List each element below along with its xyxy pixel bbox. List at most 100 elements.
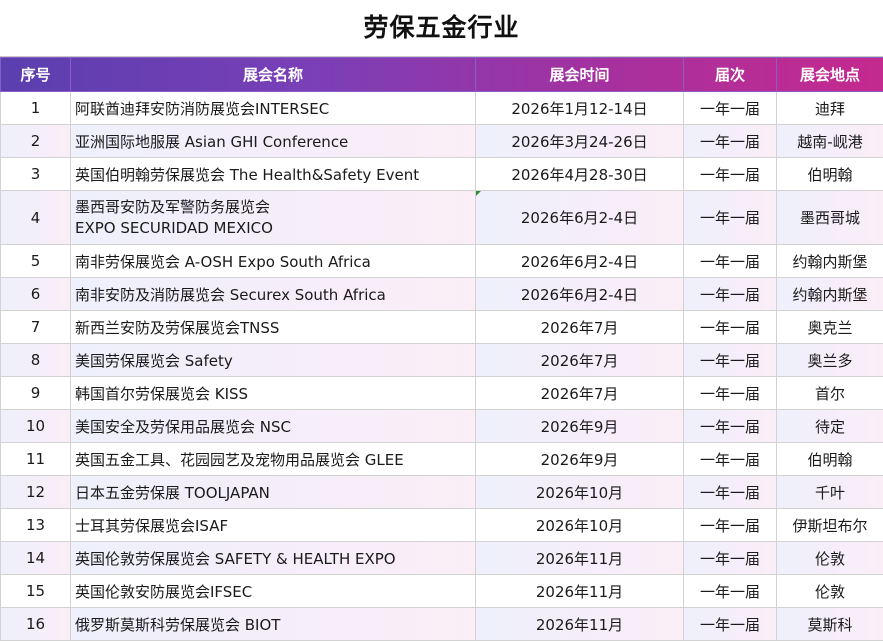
cell-number[interactable]: 9 <box>1 377 71 410</box>
cell-frequency[interactable]: 一年一届 <box>684 410 777 443</box>
cell-date[interactable]: 2026年4月28-30日 <box>476 158 684 191</box>
cell-date[interactable]: 2026年9月 <box>476 443 684 476</box>
col-header-number[interactable]: 序号 <box>1 58 71 92</box>
table-row: 8美国劳保展览会 Safety2026年7月一年一届奥兰多 <box>1 344 883 377</box>
table-row: 7新西兰安防及劳保展览会TNSS2026年7月一年一届奥克兰 <box>1 311 883 344</box>
cell-frequency[interactable]: 一年一届 <box>684 509 777 542</box>
exhibition-name-line: EXPO SECURIDAD MEXICO <box>75 218 475 239</box>
cell-date[interactable]: 2026年7月 <box>476 377 684 410</box>
cell-number[interactable]: 12 <box>1 476 71 509</box>
col-header-date[interactable]: 展会时间 <box>476 58 684 92</box>
cell-exhibition-name[interactable]: 韩国首尔劳保展览会 KISS <box>71 377 476 410</box>
cell-frequency[interactable]: 一年一届 <box>684 191 777 245</box>
cell-date[interactable]: 2026年7月 <box>476 311 684 344</box>
cell-number[interactable]: 2 <box>1 125 71 158</box>
cell-exhibition-name[interactable]: 英国伦敦劳保展览会 SAFETY & HEALTH EXPO <box>71 542 476 575</box>
table-row: 12日本五金劳保展 TOOLJAPAN2026年10月一年一届千叶 <box>1 476 883 509</box>
cell-exhibition-name[interactable]: 亚洲国际地服展 Asian GHI Conference <box>71 125 476 158</box>
cell-number[interactable]: 6 <box>1 278 71 311</box>
cell-exhibition-name[interactable]: 南非劳保展览会 A-OSH Expo South Africa <box>71 245 476 278</box>
cell-exhibition-name[interactable]: 阿联酋迪拜安防消防展览会INTERSEC <box>71 92 476 125</box>
cell-number[interactable]: 7 <box>1 311 71 344</box>
cell-location[interactable]: 约翰内斯堡 <box>777 245 883 278</box>
cell-location[interactable]: 伊斯坦布尔 <box>777 509 883 542</box>
cell-frequency[interactable]: 一年一届 <box>684 476 777 509</box>
cell-date[interactable]: 2026年3月24-26日 <box>476 125 684 158</box>
cell-location[interactable]: 伦敦 <box>777 542 883 575</box>
cell-frequency[interactable]: 一年一届 <box>684 125 777 158</box>
cell-frequency[interactable]: 一年一届 <box>684 311 777 344</box>
cell-date[interactable]: 2026年11月 <box>476 575 684 608</box>
cell-frequency[interactable]: 一年一届 <box>684 344 777 377</box>
cell-frequency[interactable]: 一年一届 <box>684 575 777 608</box>
cell-date[interactable]: 2026年6月2-4日 <box>476 278 684 311</box>
cell-number[interactable]: 1 <box>1 92 71 125</box>
cell-exhibition-name[interactable]: 墨西哥安防及军警防务展览会 EXPO SECURIDAD MEXICO <box>71 191 476 245</box>
cell-date[interactable]: 2026年7月 <box>476 344 684 377</box>
cell-frequency[interactable]: 一年一届 <box>684 377 777 410</box>
cell-location[interactable]: 迪拜 <box>777 92 883 125</box>
cell-frequency[interactable]: 一年一届 <box>684 542 777 575</box>
exhibition-name-line: 南非安防及消防展览会 Securex South Africa <box>75 284 475 305</box>
cell-number[interactable]: 8 <box>1 344 71 377</box>
exhibition-name-line: 日本五金劳保展 TOOLJAPAN <box>75 482 475 503</box>
cell-frequency[interactable]: 一年一届 <box>684 443 777 476</box>
table-row: 6南非安防及消防展览会 Securex South Africa2026年6月2… <box>1 278 883 311</box>
cell-location[interactable]: 奥克兰 <box>777 311 883 344</box>
cell-number[interactable]: 13 <box>1 509 71 542</box>
cell-frequency[interactable]: 一年一届 <box>684 92 777 125</box>
cell-location[interactable]: 待定 <box>777 410 883 443</box>
exhibition-name-line: 阿联酋迪拜安防消防展览会INTERSEC <box>75 98 475 119</box>
cell-number[interactable]: 3 <box>1 158 71 191</box>
cell-location[interactable]: 墨西哥城 <box>777 191 883 245</box>
header-row: 序号 展会名称 展会时间 届次 展会地点 <box>1 58 883 92</box>
cell-exhibition-name[interactable]: 英国伯明翰劳保展览会 The Health&Safety Event <box>71 158 476 191</box>
cell-date[interactable]: 2026年11月 <box>476 542 684 575</box>
cell-exhibition-name[interactable]: 南非安防及消防展览会 Securex South Africa <box>71 278 476 311</box>
cell-exhibition-name[interactable]: 美国劳保展览会 Safety <box>71 344 476 377</box>
cell-date[interactable]: 2026年1月12-14日 <box>476 92 684 125</box>
sheet-title: 劳保五金行业 <box>0 0 883 57</box>
cell-number[interactable]: 5 <box>1 245 71 278</box>
cell-number[interactable]: 15 <box>1 575 71 608</box>
cell-exhibition-name[interactable]: 英国五金工具、花园园艺及宠物用品展览会 GLEE <box>71 443 476 476</box>
cell-exhibition-name[interactable]: 日本五金劳保展 TOOLJAPAN <box>71 476 476 509</box>
cell-exhibition-name[interactable]: 俄罗斯莫斯科劳保展览会 BIOT <box>71 608 476 641</box>
cell-number[interactable]: 11 <box>1 443 71 476</box>
col-header-frequency[interactable]: 届次 <box>684 58 777 92</box>
cell-location[interactable]: 奥兰多 <box>777 344 883 377</box>
cell-exhibition-name[interactable]: 士耳其劳保展览会ISAF <box>71 509 476 542</box>
cell-location[interactable]: 伦敦 <box>777 575 883 608</box>
cell-location[interactable]: 越南-岘港 <box>777 125 883 158</box>
exhibition-table: 序号 展会名称 展会时间 届次 展会地点 1阿联酋迪拜安防消防展览会INTERS… <box>0 57 883 641</box>
cell-number[interactable]: 4 <box>1 191 71 245</box>
col-header-location[interactable]: 展会地点 <box>777 58 883 92</box>
cell-date[interactable]: 2026年10月 <box>476 476 684 509</box>
exhibition-name-line: 英国五金工具、花园园艺及宠物用品展览会 GLEE <box>75 449 475 470</box>
cell-location[interactable]: 千叶 <box>777 476 883 509</box>
cell-frequency[interactable]: 一年一届 <box>684 278 777 311</box>
col-header-name[interactable]: 展会名称 <box>71 58 476 92</box>
cell-frequency[interactable]: 一年一届 <box>684 245 777 278</box>
cell-location[interactable]: 伯明翰 <box>777 158 883 191</box>
table-row: 10美国安全及劳保用品展览会 NSC2026年9月一年一届待定 <box>1 410 883 443</box>
cell-date[interactable]: 2026年6月2-4日 <box>476 191 684 245</box>
cell-date[interactable]: 2026年6月2-4日 <box>476 245 684 278</box>
cell-location[interactable]: 约翰内斯堡 <box>777 278 883 311</box>
cell-location[interactable]: 首尔 <box>777 377 883 410</box>
cell-number[interactable]: 16 <box>1 608 71 641</box>
cell-date[interactable]: 2026年10月 <box>476 509 684 542</box>
cell-frequency[interactable]: 一年一届 <box>684 158 777 191</box>
cell-date[interactable]: 2026年9月 <box>476 410 684 443</box>
cell-exhibition-name[interactable]: 英国伦敦安防展览会IFSEC <box>71 575 476 608</box>
cell-number[interactable]: 14 <box>1 542 71 575</box>
cell-exhibition-name[interactable]: 美国安全及劳保用品展览会 NSC <box>71 410 476 443</box>
cell-exhibition-name[interactable]: 新西兰安防及劳保展览会TNSS <box>71 311 476 344</box>
cell-number[interactable]: 10 <box>1 410 71 443</box>
exhibition-name-line: 美国劳保展览会 Safety <box>75 350 475 371</box>
cell-date[interactable]: 2026年11月 <box>476 608 684 641</box>
cell-location[interactable]: 伯明翰 <box>777 443 883 476</box>
cell-frequency[interactable]: 一年一届 <box>684 608 777 641</box>
cell-location[interactable]: 莫斯科 <box>777 608 883 641</box>
table-row: 16俄罗斯莫斯科劳保展览会 BIOT2026年11月一年一届莫斯科 <box>1 608 883 641</box>
